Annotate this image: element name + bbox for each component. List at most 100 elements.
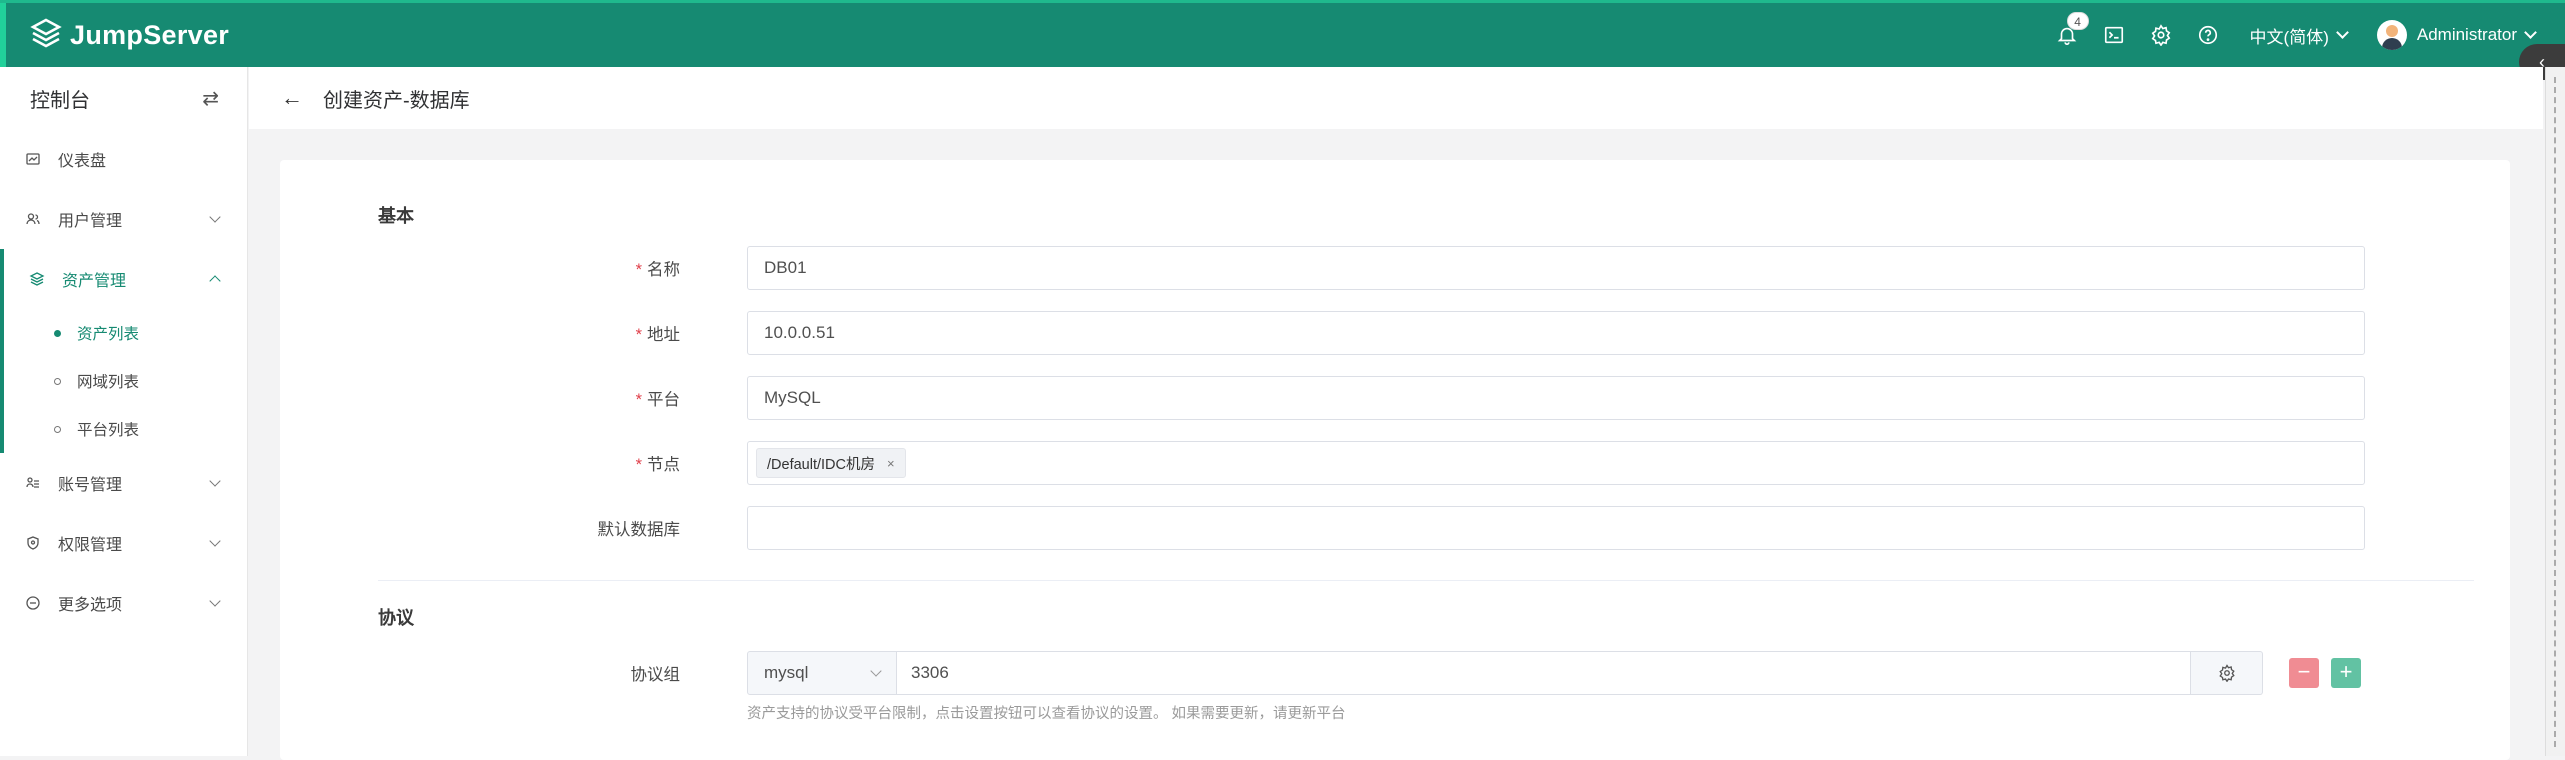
sidebar-item-users[interactable]: 用户管理 (0, 189, 247, 249)
sidebar-subitem-label: 网域列表 (77, 374, 140, 391)
sidebar-item-label: 权限管理 (58, 537, 123, 554)
label-text: 节点 (647, 456, 680, 474)
protocol-group-label: 协议组 (630, 666, 681, 684)
users-icon (24, 210, 42, 228)
default-db-label: 默认数据库 (597, 521, 681, 539)
help-icon (2198, 25, 2217, 45)
account-icon (24, 474, 42, 492)
chevron-up-icon (209, 275, 221, 287)
user-menu[interactable]: Administrator (2376, 20, 2537, 50)
chevron-down-icon (209, 211, 221, 223)
node-tag: /Default/IDC机房 × (756, 448, 906, 478)
form-row-protocol-group: 协议组 mysql 3306 − + (280, 651, 2380, 695)
default-db-input[interactable] (747, 506, 2365, 550)
required-mark: * (635, 391, 642, 409)
sidebar-item-more[interactable]: 更多选项 (0, 573, 247, 633)
sidebar-item-accounts[interactable]: 账号管理 (0, 453, 247, 513)
section-title-basic: 基本 (378, 206, 414, 226)
address-input[interactable]: 10.0.0.51 (747, 311, 2365, 355)
more-icon (24, 594, 42, 612)
label-text: 名称 (647, 261, 680, 279)
protocol-settings-button[interactable] (2191, 651, 2263, 695)
protocol-select[interactable]: mysql (747, 651, 897, 695)
add-protocol-button[interactable]: + (2331, 658, 2361, 688)
app-name: JumpServer (70, 19, 230, 50)
bullet-icon (54, 329, 61, 337)
sidebar-item-label: 更多选项 (58, 597, 123, 614)
chevron-down-icon (209, 475, 221, 487)
language-label: 中文(简体) (2249, 27, 2329, 47)
sidebar-item-label: 用户管理 (58, 213, 123, 230)
platform-input[interactable]: MySQL (747, 376, 2365, 420)
sidebar-subitem-label: 平台列表 (77, 422, 140, 439)
layers-icon (28, 270, 46, 288)
notification-badge: 4 (2066, 12, 2089, 30)
navbar-actions: 4 中文(简体) Administrator (2040, 3, 2537, 67)
page-scrollbar[interactable] (2545, 67, 2565, 756)
user-name: Administrator (2416, 25, 2517, 44)
protocol-name: mysql (764, 663, 809, 682)
node-select[interactable]: /Default/IDC机房 × (747, 441, 2365, 485)
form-row-name: * 名称 DB01 (280, 246, 2380, 290)
bullet-icon (54, 377, 61, 385)
app-logo[interactable]: JumpServer (28, 17, 229, 53)
sidebar-header: 控制台 ⇄ (0, 67, 247, 129)
settings-button[interactable] (2141, 15, 2181, 55)
required-mark: * (635, 456, 642, 474)
navbar-accent (0, 3, 6, 67)
page-title: 创建资产-数据库 (323, 89, 470, 112)
back-arrow-icon[interactable]: ← (281, 85, 303, 111)
top-navbar: JumpServer 4 中文(简体) Administrator (0, 0, 2565, 67)
address-label: * 地址 (280, 321, 710, 345)
close-icon[interactable]: × (887, 456, 895, 471)
chevron-down-icon (870, 665, 882, 677)
platform-label: * 平台 (280, 386, 710, 410)
bullet-icon (54, 425, 61, 433)
name-input[interactable]: DB01 (747, 246, 2365, 290)
help-button[interactable] (2188, 15, 2228, 55)
page-header: ← 创建资产-数据库 (249, 67, 2543, 129)
dashboard-icon (24, 150, 42, 168)
label-text: 平台 (647, 391, 680, 409)
scrollbar-track (2554, 77, 2556, 747)
web-terminal-button[interactable] (2094, 15, 2134, 55)
sidebar-item-permissions[interactable]: 权限管理 (0, 513, 247, 573)
gear-icon (2151, 24, 2170, 46)
sidebar-subitem-asset-list[interactable]: 资产列表 (4, 309, 247, 357)
sidebar-group-assets: 资产管理 资产列表 网域列表 平台列表 (0, 249, 247, 453)
sidebar-item-dashboard[interactable]: 仪表盘 (0, 129, 247, 189)
sidebar-subitem-platform-list[interactable]: 平台列表 (4, 405, 247, 453)
jumpserver-logo-icon (30, 18, 62, 48)
required-mark: * (635, 326, 642, 344)
asset-form-card: 基本 * 名称 DB01 * 地址 10.0.0.51 * 平台 MySQL * 节点 … (280, 160, 2510, 760)
sidebar: 控制台 ⇄ 仪表盘 用户管理 资产管理 资产列表 网域列表 平台列表 账号管理 … (0, 67, 248, 756)
sidebar-subitem-zone-list[interactable]: 网域列表 (4, 357, 247, 405)
terminal-icon (2104, 26, 2123, 44)
chevron-down-icon (209, 595, 221, 607)
switch-view-icon[interactable]: ⇄ (202, 86, 219, 111)
sidebar-item-assets[interactable]: 资产管理 (4, 249, 247, 309)
remove-protocol-button[interactable]: − (2289, 658, 2319, 688)
section-title-protocol: 协议 (378, 608, 414, 628)
language-dropdown[interactable]: 中文(简体) (2249, 23, 2349, 48)
form-row-default-db: 默认数据库 (280, 506, 2380, 550)
required-mark: * (635, 261, 642, 279)
chevron-down-icon (2335, 26, 2349, 39)
label-text: 地址 (647, 326, 680, 344)
sidebar-item-label: 资产管理 (62, 273, 127, 290)
node-tag-label: /Default/IDC机房 (767, 456, 875, 473)
sidebar-subitem-label: 资产列表 (77, 326, 140, 343)
notifications-button[interactable]: 4 (2047, 12, 2089, 55)
sidebar-item-label: 账号管理 (58, 477, 123, 494)
protocol-port-input[interactable]: 3306 (897, 651, 2191, 695)
gear-icon (2218, 664, 2235, 682)
chevron-down-icon (2524, 26, 2537, 39)
form-row-address: * 地址 10.0.0.51 (280, 311, 2380, 355)
avatar (2376, 20, 2407, 50)
section-divider (378, 580, 2474, 581)
sidebar-item-label: 仪表盘 (58, 153, 107, 170)
name-label: * 名称 (280, 256, 710, 280)
node-label: * 节点 (280, 451, 710, 475)
form-row-platform: * 平台 MySQL (280, 376, 2380, 420)
protocol-hint: 资产支持的协议受平台限制，点击设置按钮可以查看协议的设置。 如果需要更新，请更新… (747, 706, 1346, 722)
